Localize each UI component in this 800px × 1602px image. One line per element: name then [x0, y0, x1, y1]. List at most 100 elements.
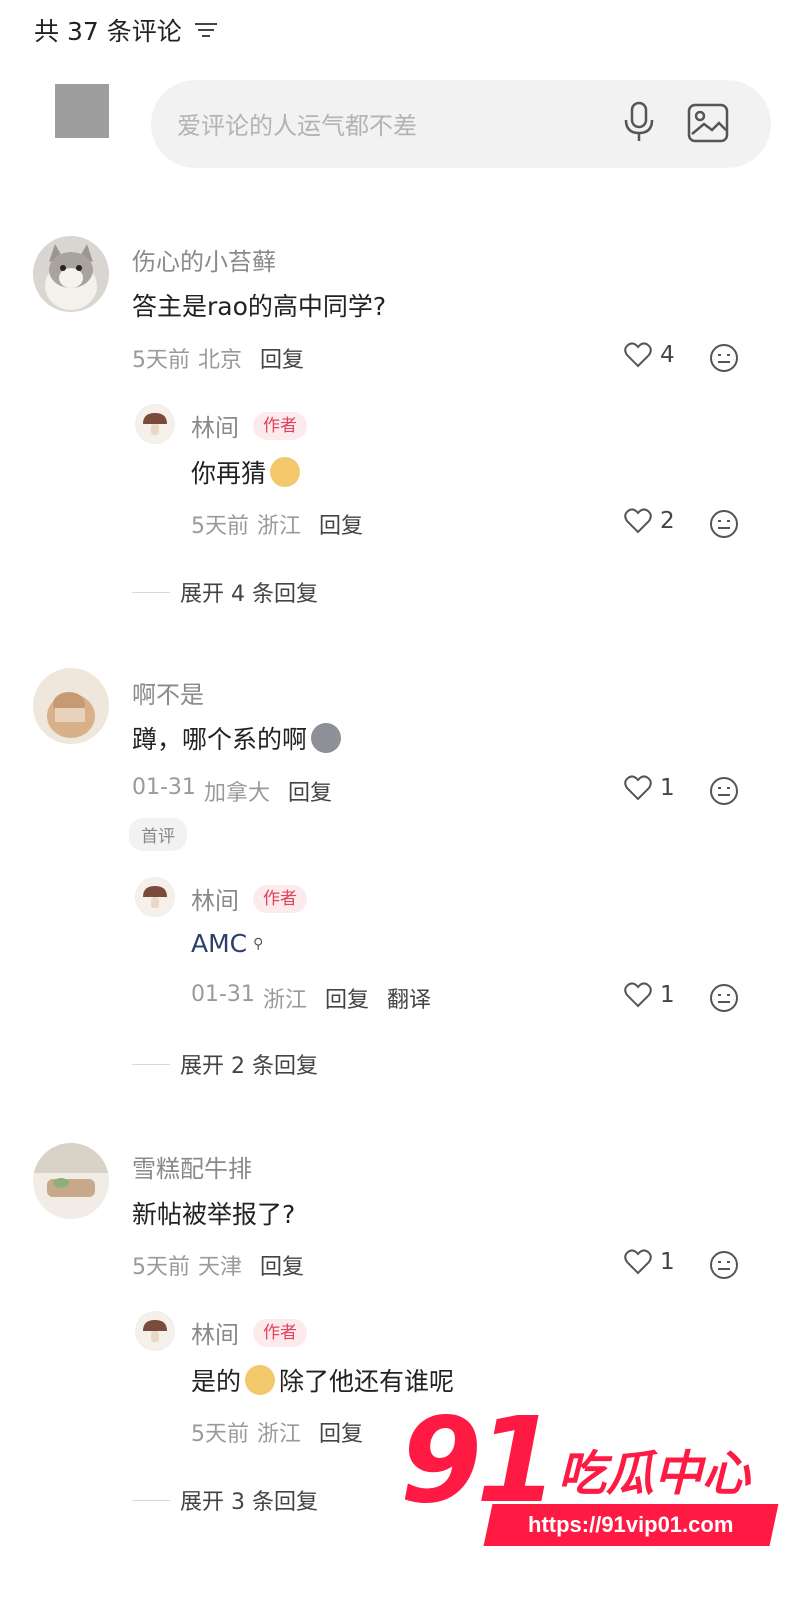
heart-icon	[624, 342, 652, 368]
expand-replies-label: 展开 4 条回复	[180, 582, 318, 607]
like-button[interactable]: 4	[624, 342, 675, 368]
like-button[interactable]: 1	[624, 775, 675, 801]
sticker-emoji-icon	[311, 723, 342, 753]
comments-header: 共 37 条评论	[34, 8, 218, 52]
reply-author[interactable]: 林间	[191, 881, 239, 916]
emoji-react-icon[interactable]	[708, 1249, 740, 1281]
sort-icon[interactable]	[194, 21, 218, 39]
divider	[132, 591, 170, 593]
image-icon[interactable]	[686, 102, 730, 144]
expand-replies-button[interactable]: 展开 4 条回复	[132, 576, 318, 608]
reply-text: 是的	[191, 1367, 242, 1396]
reply-location: 浙江	[257, 514, 302, 539]
comment-location: 北京	[198, 348, 243, 373]
comment-text: 新帖被举报了?	[132, 1200, 296, 1229]
reply-button[interactable]: 回复	[260, 1249, 304, 1281]
comment-text: 答主是rao的高中同学?	[132, 292, 387, 321]
like-count: 4	[660, 342, 675, 368]
like-count: 1	[660, 775, 675, 801]
expand-replies-label: 展开 3 条回复	[180, 1490, 318, 1515]
reply-text-row: AMC ⚲	[191, 929, 263, 958]
mushroom-icon	[143, 886, 167, 908]
sticker-emoji-icon	[270, 457, 301, 487]
translate-button[interactable]: 翻译	[387, 982, 431, 1014]
like-button[interactable]: 2	[624, 508, 675, 534]
mushroom-icon	[143, 1320, 167, 1342]
reply-author-row: 林间 作者	[191, 1315, 307, 1350]
heart-icon	[624, 982, 652, 1008]
heart-icon	[624, 775, 652, 801]
reply-author-row: 林间 作者	[191, 881, 307, 916]
comment-location: 天津	[198, 1255, 243, 1280]
comment-input[interactable]: 爱评论的人运气都不差	[151, 80, 771, 168]
reply-time: 5天前	[191, 514, 249, 539]
reply-meta: 5天前 浙江 回复	[191, 1416, 363, 1448]
reply-text: 你再猜	[191, 459, 267, 488]
avatar[interactable]	[33, 668, 109, 744]
comment-time: 01-31	[132, 775, 196, 800]
reply-meta: 01-31 浙江 回复 翻译	[191, 982, 431, 1014]
comment-location: 加拿大	[203, 781, 270, 806]
like-button[interactable]: 1	[624, 1249, 675, 1275]
reply-button[interactable]: 回复	[260, 342, 304, 374]
reply-text-row: 你再猜	[191, 454, 301, 490]
expand-replies-button[interactable]: 展开 2 条回复	[132, 1048, 318, 1080]
reply-button[interactable]: 回复	[325, 982, 369, 1014]
author-badge: 作者	[253, 1318, 307, 1347]
reply-author-row: 林间 作者	[191, 408, 307, 443]
author-avatar[interactable]	[135, 877, 175, 917]
comment-author[interactable]: 伤心的小苔藓	[132, 242, 276, 277]
comment-composer: 爱评论的人运气都不差	[55, 80, 771, 170]
avatar[interactable]	[33, 236, 109, 312]
reply-meta: 5天前 浙江 回复	[191, 508, 363, 540]
reply-text[interactable]: AMC	[191, 929, 247, 958]
comment-count: 共 37 条评论	[34, 17, 182, 46]
like-count: 2	[660, 508, 675, 534]
reply-button[interactable]: 回复	[319, 1416, 363, 1448]
comment-meta: 5天前 北京 回复	[132, 342, 304, 374]
like-count: 1	[660, 1249, 675, 1275]
comment-input-placeholder: 爱评论的人运气都不差	[177, 112, 417, 140]
watermark-logo: 91 吃瓜中心 https://91vip01.com	[400, 1400, 780, 1560]
comment-text-row: 蹲，哪个系的啊	[132, 720, 342, 756]
watermark-url-banner: https://91vip01.com	[483, 1504, 779, 1546]
my-avatar	[55, 84, 109, 138]
like-count: 1	[660, 982, 675, 1008]
like-button[interactable]: 1	[624, 982, 675, 1008]
comment-text: 蹲，哪个系的啊	[132, 725, 308, 754]
reply-time: 01-31	[191, 982, 255, 1007]
avatar[interactable]	[33, 1143, 109, 1219]
reply-location: 浙江	[262, 988, 307, 1013]
author-badge: 作者	[253, 411, 307, 440]
expand-replies-label: 展开 2 条回复	[180, 1054, 318, 1079]
divider	[132, 1499, 170, 1501]
reply-location: 浙江	[257, 1422, 302, 1447]
comment-meta: 5天前 天津 回复	[132, 1249, 304, 1281]
search-icon[interactable]: ⚲	[253, 936, 263, 952]
emoji-react-icon[interactable]	[708, 775, 740, 807]
comment-author[interactable]: 雪糕配牛排	[132, 1149, 252, 1184]
microphone-icon[interactable]	[621, 100, 657, 144]
watermark-url: https://91vip01.com	[528, 1512, 734, 1537]
author-avatar[interactable]	[135, 1311, 175, 1351]
expand-replies-button[interactable]: 展开 3 条回复	[132, 1484, 318, 1516]
sticker-emoji-icon	[245, 1365, 276, 1395]
reply-button[interactable]: 回复	[288, 775, 332, 807]
watermark-brand: 吃瓜中心	[558, 1446, 751, 1502]
watermark-number: 91	[400, 1391, 558, 1529]
author-avatar[interactable]	[135, 404, 175, 444]
reply-button[interactable]: 回复	[319, 508, 363, 540]
reply-author[interactable]: 林间	[191, 408, 239, 443]
mushroom-icon	[143, 413, 167, 435]
heart-icon	[624, 1249, 652, 1275]
reply-author[interactable]: 林间	[191, 1315, 239, 1350]
author-badge: 作者	[253, 884, 307, 913]
comment-meta: 01-31 加拿大 回复	[132, 775, 332, 807]
emoji-react-icon[interactable]	[708, 982, 740, 1014]
emoji-react-icon[interactable]	[708, 508, 740, 540]
comment-author[interactable]: 啊不是	[132, 675, 204, 710]
first-comment-badge: 首评	[129, 818, 187, 851]
emoji-react-icon[interactable]	[708, 342, 740, 374]
heart-icon	[624, 508, 652, 534]
reply-time: 5天前	[191, 1422, 249, 1447]
